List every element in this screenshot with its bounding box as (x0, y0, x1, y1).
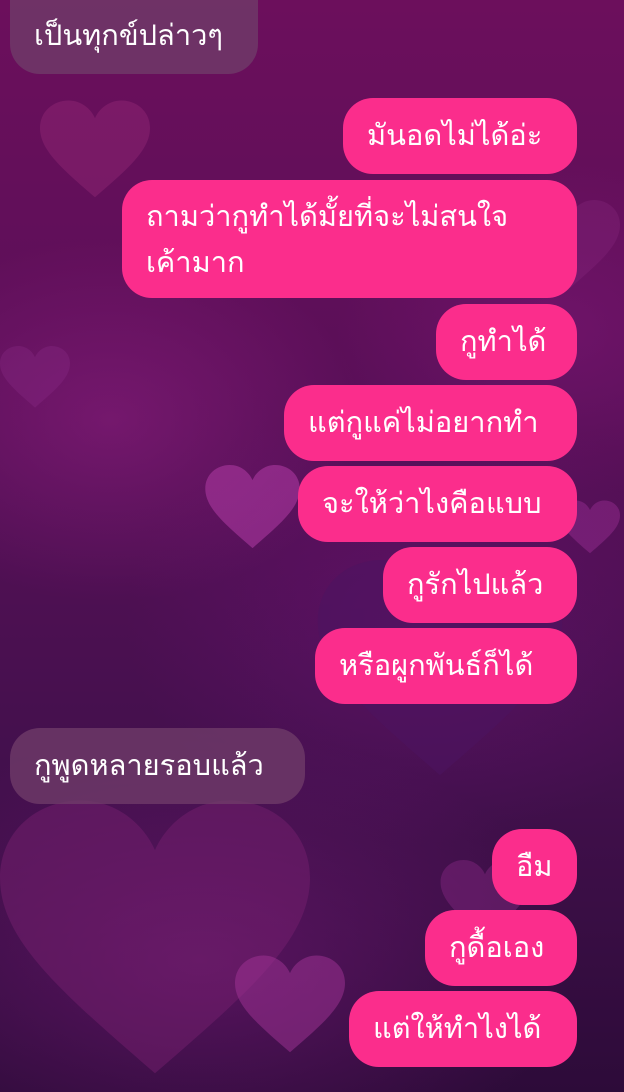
outgoing-message-bubble[interactable]: กูรักไปแล้ว (383, 547, 577, 623)
message-text: หรือผูกพันธ์ก็ได้ (339, 648, 534, 682)
message-text: จะให้ว่าไงคือแบบ (322, 486, 542, 520)
message-text: แต่กูแค่ไม่อยากทำ (308, 405, 539, 439)
outgoing-message-bubble[interactable]: อืม (492, 829, 577, 905)
outgoing-message-bubble[interactable]: หรือผูกพันธ์ก็ได้ (315, 628, 577, 704)
outgoing-message-bubble[interactable]: มันอดไม่ได้อ่ะ (343, 98, 577, 174)
outgoing-message-bubble[interactable]: แต่ให้ทำไงได้ (349, 991, 577, 1067)
outgoing-message-bubble[interactable]: จะให้ว่าไงคือแบบ (298, 466, 577, 542)
message-text: กูพูดหลายรอบแล้ว (34, 748, 264, 782)
message-text: กูทำได้ (460, 324, 547, 358)
message-text: มันอดไม่ได้อ่ะ (367, 118, 543, 152)
message-text: กูรักไปแล้ว (407, 567, 544, 601)
outgoing-message-bubble[interactable]: ถามว่ากูทำได้มั้ยที่จะไม่สนใจเค้ามาก (122, 180, 577, 298)
message-text: กูดื้อเอง (449, 930, 545, 964)
outgoing-message-bubble[interactable]: กูดื้อเอง (425, 910, 577, 986)
outgoing-message-bubble[interactable]: แต่กูแค่ไม่อยากทำ (284, 385, 577, 461)
incoming-message-bubble[interactable]: เป็นทุกข์ปล่าวๆ (10, 0, 258, 74)
outgoing-message-bubble[interactable]: กูทำได้ (436, 304, 577, 380)
message-text: แต่ให้ทำไงได้ (373, 1011, 542, 1045)
incoming-message-bubble[interactable]: กูพูดหลายรอบแล้ว (10, 728, 305, 804)
message-text: อืม (516, 849, 553, 883)
message-text: ถามว่ากูทำได้มั้ยที่จะไม่สนใจเค้ามาก (146, 199, 509, 279)
message-list: เป็นทุกข์ปล่าวๆ มันอดไม่ได้อ่ะ ถามว่ากูท… (0, 0, 624, 1092)
message-text: เป็นทุกข์ปล่าวๆ (34, 18, 223, 52)
